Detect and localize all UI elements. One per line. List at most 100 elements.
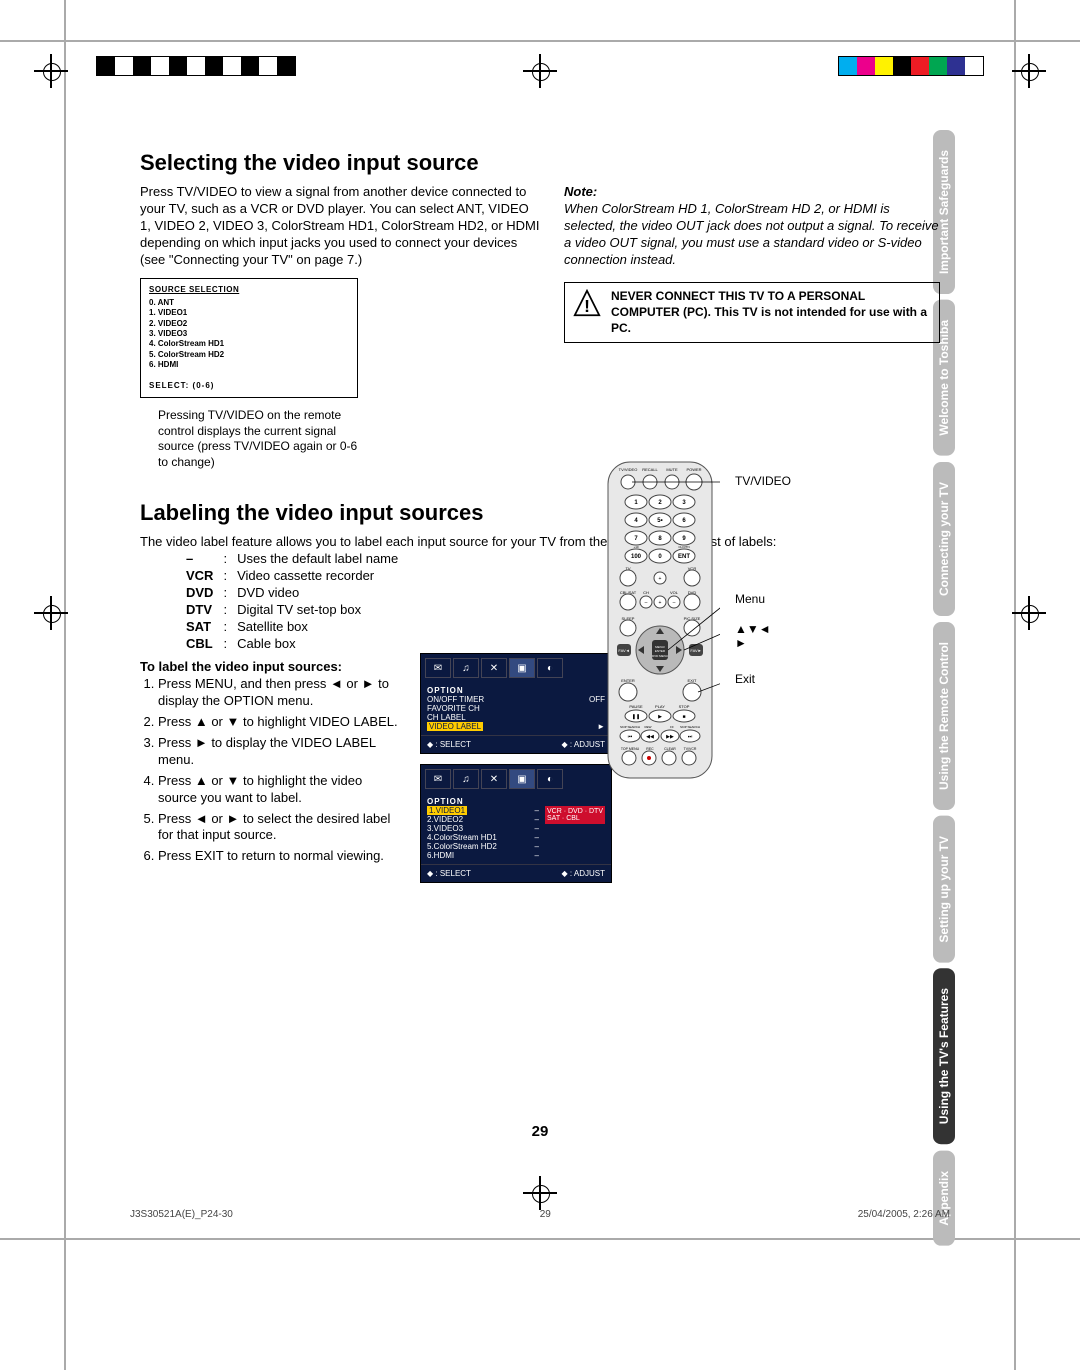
source-selection-title: SOURCE SELECTION [149,285,349,295]
osd-row: 2.VIDEO2– [427,815,539,824]
crop-line [0,1238,1080,1240]
svg-text:+: + [659,576,662,582]
svg-text:POWER: POWER [686,467,701,472]
svg-text:⏭: ⏭ [688,734,693,740]
source-selection-item: 1. VIDEO1 [149,308,349,318]
footer-page: 29 [540,1209,551,1220]
osd-tab-icon: ◐ [537,658,563,678]
crop-line [1014,0,1016,1370]
source-selection-item: 2. VIDEO2 [149,319,349,329]
svg-text:TV/VCR: TV/VCR [684,747,697,751]
svg-text:MUTE: MUTE [666,467,678,472]
label-table: –:Uses the default label nameVCR:Video c… [180,549,404,653]
warning-box: ! NEVER CONNECT THIS TV TO A PERSONAL CO… [564,282,940,343]
colorbar-cmyk-icon [838,56,984,76]
osd-tab-icon: ✕ [481,769,507,789]
label-row: DVD:DVD video [182,585,402,600]
page-number: 29 [532,1123,549,1140]
svg-text:CH: CH [643,590,649,595]
svg-text:–: – [645,600,648,606]
crop-line [64,0,66,1370]
svg-text:100: 100 [631,554,642,560]
step-item: Press ▲ or ▼ to highlight VIDEO LABEL. [158,714,400,731]
osd-row: ON/OFF TIMEROFF [427,695,605,704]
osd-row: 3.VIDEO3– [427,824,539,833]
selecting-caption: Pressing TV/VIDEO on the remote control … [158,408,368,470]
registration-mark-icon [1012,596,1046,630]
svg-text:REW: REW [645,725,652,729]
step-item: Press ◄ or ► to select the desired label… [158,811,400,845]
osd-option-menu-2: ✉ ♫ ✕ ▣ ◐ OPTION 1.VIDEO1–2.VIDEO2–3.VID… [420,764,612,883]
remote-label-tvvideo: TV/VIDEO [735,474,791,488]
labeling-intro: The video label feature allows you to la… [140,534,940,549]
svg-text:SKIP SEARCH: SKIP SEARCH [620,725,640,729]
svg-text:!: ! [584,296,590,316]
svg-text:PAUSE: PAUSE [629,704,643,709]
osd-tab-icon: ♫ [453,658,479,678]
svg-text:EXIT: EXIT [688,678,697,683]
osd-row: 1.VIDEO1– [427,806,539,815]
label-row: SAT:Satellite box [182,619,402,634]
osd-tab-icon: ▣ [509,658,535,678]
crop-line [0,40,1080,42]
label-row: CBL:Cable box [182,636,402,651]
registration-mark-icon [1012,54,1046,88]
svg-text:RECALL: RECALL [642,467,658,472]
osd-row: 6.HDMI– [427,851,539,860]
warning-triangle-icon: ! [573,289,601,317]
svg-text:VOL: VOL [670,590,679,595]
osd-foot-select: ◆ : SELECT [427,740,471,749]
osd-row: FAVORITE CH [427,704,605,713]
remote-label-exit: Exit [735,672,755,686]
source-selection-item: 4. ColorStream HD1 [149,339,349,349]
osd-option-menu-1: ✉ ♫ ✕ ▣ ◐ OPTION ON/OFF TIMEROFFFAVORITE… [420,653,612,754]
source-selection-select: SELECT: (0-6) [149,381,349,391]
instructions-title: To label the video input sources: [140,659,400,674]
footer-date: 25/04/2005, 2:26 AM [858,1209,950,1220]
page: Important SafeguardsWelcome to ToshibaCo… [0,0,1080,1370]
osd-foot-adjust: ◆ : ADJUST [562,869,606,878]
remote-label-menu: Menu [735,592,765,606]
step-item: Press EXIT to return to normal viewing. [158,848,400,865]
svg-text:CLEAR: CLEAR [664,747,676,751]
step-item: Press MENU, and then press ◄ or ► to dis… [158,676,400,710]
note-body: When ColorStream HD 1, ColorStream HD 2,… [564,201,940,269]
svg-text:◀◀: ◀◀ [646,734,654,740]
remote-label-arrows: ▲▼◄ ► [735,622,771,650]
page-content: Selecting the video input source Press T… [140,150,940,893]
svg-text:■: ■ [682,714,685,720]
osd-tab-icon: ✕ [481,658,507,678]
heading-selecting: Selecting the video input source [140,150,940,176]
registration-mark-icon [523,1176,557,1210]
note-title: Note: [564,184,940,201]
svg-text:FF: FF [670,725,674,729]
osd-right-labels: VCR · DVD · DTV SAT · CBL [545,806,605,824]
svg-text:+10: +10 [633,545,638,549]
registration-mark-icon [34,54,68,88]
heading-labeling: Labeling the video input sources [140,500,940,526]
svg-text:PLAY: PLAY [655,704,665,709]
svg-text:▶: ▶ [658,714,662,720]
svg-text:DVD MENU: DVD MENU [652,654,668,658]
svg-text:ENT: ENT [678,554,690,560]
selecting-intro: Press TV/VIDEO to view a signal from ano… [140,184,540,268]
osd-row: VIDEO LABEL► [427,722,605,731]
registration-mark-icon [523,54,557,88]
osd-row: 4.ColorStream HD1– [427,833,539,842]
svg-text:FAV◄: FAV◄ [618,648,629,653]
footer-file: J3S30521A(E)_P24-30 [130,1209,233,1220]
osd-tab-icon: ◐ [537,769,563,789]
source-selection-item: 5. ColorStream HD2 [149,350,349,360]
osd-foot-select: ◆ : SELECT [427,869,471,878]
svg-text:REC: REC [646,747,654,751]
osd-tab-icon: ✉ [425,658,451,678]
osd-tab-icon: ▣ [509,769,535,789]
svg-text:▶▶: ▶▶ [666,734,674,740]
registration-mark-icon [34,596,68,630]
svg-text:CH RTN: CH RTN [678,545,689,549]
osd-row: 5.ColorStream HD2– [427,842,539,851]
svg-text:+: + [659,600,662,606]
svg-text:ENTER: ENTER [655,649,666,653]
step-item: Press ► to display the VIDEO LABEL menu. [158,735,400,769]
source-selection-item: 0. ANT [149,298,349,308]
